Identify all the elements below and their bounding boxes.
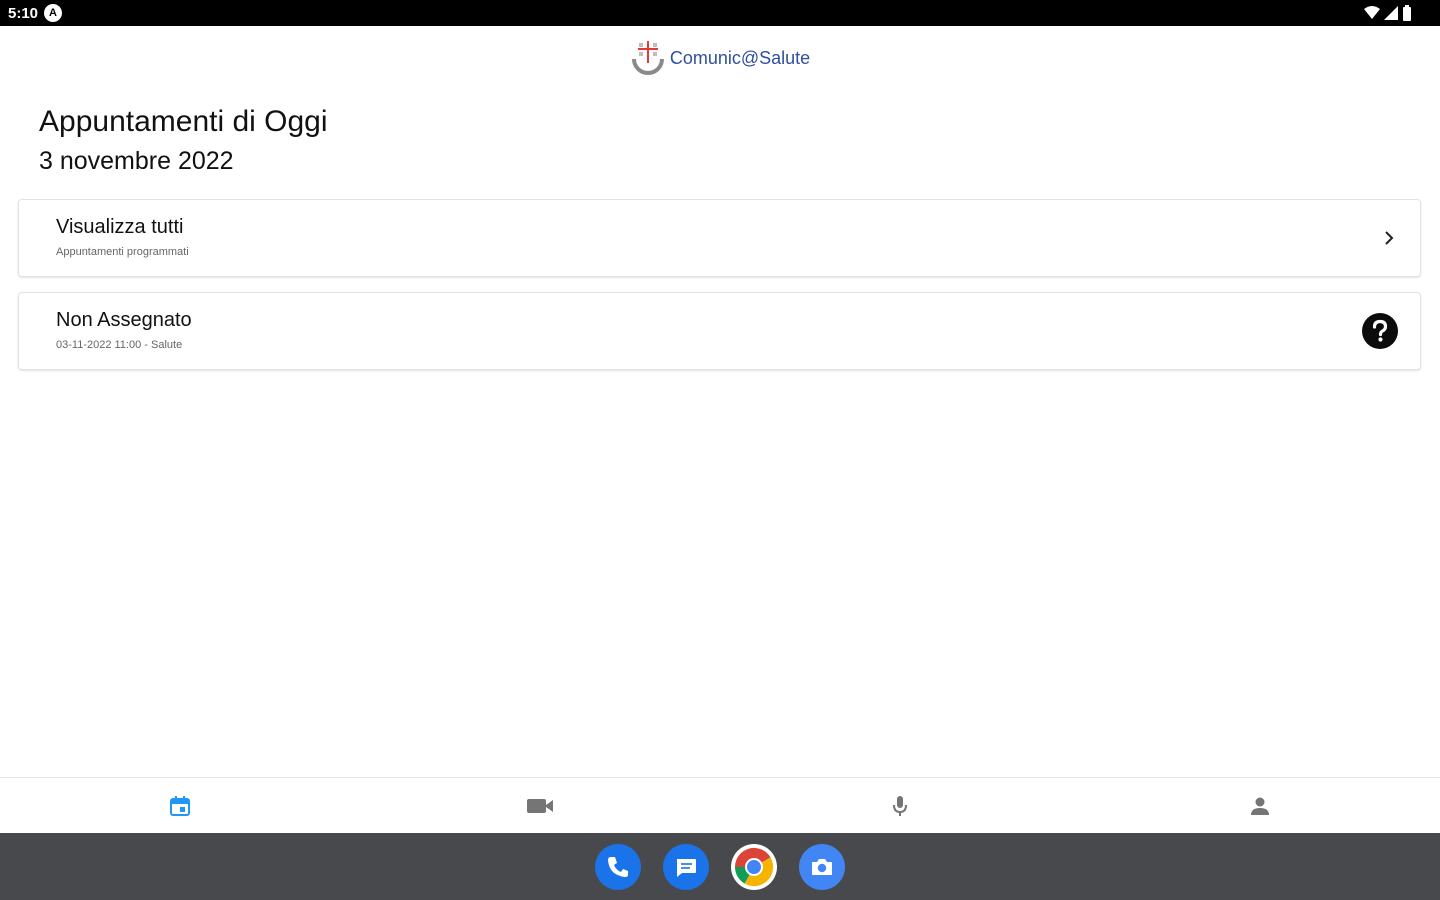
phone-icon [608, 856, 628, 877]
status-bar-left: 5:10 A [8, 4, 63, 22]
status-time: 5:10 [8, 4, 39, 22]
chrome-icon [734, 847, 774, 886]
nav-video[interactable] [360, 778, 720, 834]
logo-text: Comunic@Salute [669, 47, 811, 68]
nav-appointments[interactable] [0, 778, 360, 834]
logo-mark-icon [631, 41, 664, 75]
app-logo: Comunic@Salute [630, 35, 810, 79]
notification-icon: A [44, 4, 63, 22]
microphone-icon [893, 796, 907, 816]
status-bar: 5:10 A [0, 0, 1440, 26]
status-bar-right [1364, 5, 1412, 21]
unassigned-appointment-card[interactable]: Non Assegnato 03-11-2022 11:00 - Salute [18, 292, 1421, 370]
camera-app[interactable] [799, 843, 845, 890]
view-all-card[interactable]: Visualizza tutti Appuntamenti programmat… [18, 199, 1421, 277]
help-circle-icon [1362, 313, 1398, 349]
video-camera-icon [527, 799, 553, 813]
chevron-right-icon [1385, 231, 1394, 245]
system-dock [0, 833, 1440, 900]
card-subtitle: Appuntamenti programmati [56, 246, 189, 258]
phone-app[interactable] [595, 843, 641, 890]
bottom-navigation [0, 777, 1440, 834]
card-title: Non Assegnato [56, 309, 192, 331]
page-date: 3 novembre 2022 [39, 147, 234, 175]
nav-profile[interactable] [1080, 778, 1440, 834]
calendar-icon [170, 796, 190, 816]
battery-icon [1403, 5, 1411, 21]
person-icon [1251, 797, 1269, 815]
card-title: Visualizza tutti [56, 216, 184, 238]
card-subtitle: 03-11-2022 11:00 - Salute [56, 339, 183, 351]
nav-audio[interactable] [720, 778, 1080, 834]
app-header: Comunic@Salute [0, 26, 1440, 88]
page-heading: Appuntamenti di Oggi 3 novembre 2022 [39, 104, 328, 176]
camera-icon [812, 858, 832, 875]
messages-icon [677, 858, 696, 877]
page-title: Appuntamenti di Oggi [39, 105, 328, 138]
wifi-icon [1364, 6, 1380, 19]
chrome-app[interactable] [731, 843, 777, 890]
cell-signal-icon [1384, 6, 1398, 20]
messages-app[interactable] [663, 843, 709, 890]
